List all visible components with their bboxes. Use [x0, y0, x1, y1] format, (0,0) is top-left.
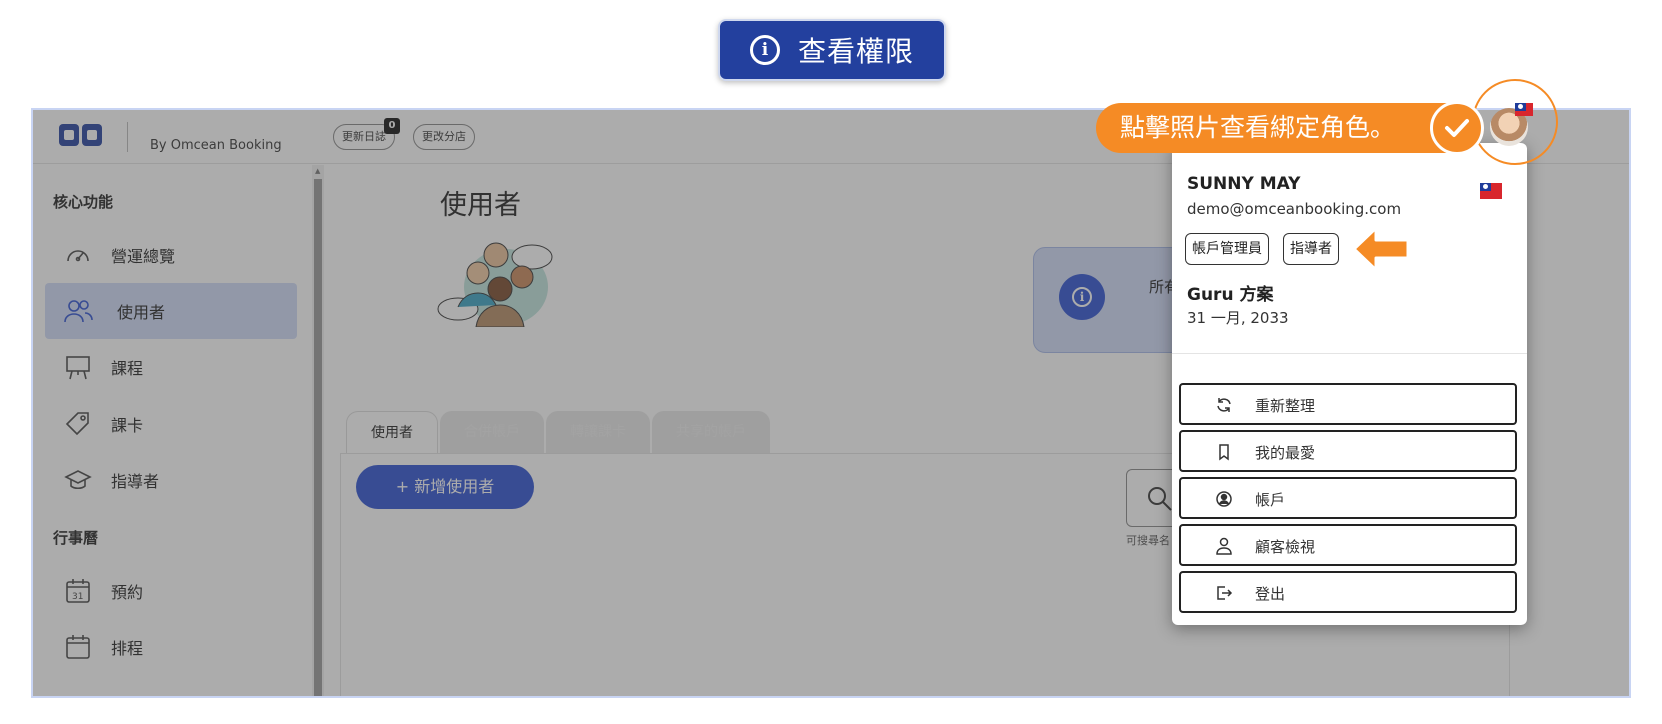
- sidebar-item-label: 課卡: [111, 416, 144, 435]
- customer-view-label: 顧客檢視: [1255, 538, 1316, 556]
- sidebar-section-calendar: 行事曆: [53, 529, 99, 547]
- sidebar-item-bookings[interactable]: 31 預約: [45, 563, 297, 619]
- search-icon: [1148, 487, 1172, 511]
- menu-divider: [1172, 353, 1527, 354]
- info-circle-icon: i: [1059, 274, 1105, 320]
- sidebar-item-courses[interactable]: 課程: [45, 339, 297, 395]
- favorites-button[interactable]: 我的最愛: [1179, 430, 1517, 472]
- bookmark-icon: [1219, 444, 1229, 461]
- page-title: 使用者: [440, 190, 521, 221]
- sidebar-item-dashboard[interactable]: 營運總覽: [45, 227, 297, 283]
- refresh-icon: [1217, 398, 1231, 412]
- header-divider: [127, 122, 128, 152]
- sidebar-item-label: 指導者: [111, 472, 160, 491]
- sidebar-item-cards[interactable]: 課卡: [45, 396, 297, 452]
- tab-shared-accounts[interactable]: 共享的帳戶: [652, 411, 770, 453]
- switch-branch-button[interactable]: 更改分店: [413, 124, 475, 150]
- role-badge-instructor: 指導者: [1283, 233, 1339, 265]
- omcean-logo[interactable]: [59, 124, 103, 146]
- account-circle-icon: [1216, 491, 1232, 507]
- tag-icon: [63, 409, 93, 439]
- sidebar-item-label: 排程: [111, 639, 144, 658]
- avatar-highlight-ring: [1472, 79, 1558, 165]
- plan-name: Guru 方案: [1187, 285, 1274, 305]
- taiwan-flag-icon: [1480, 183, 1502, 199]
- plan-date: 31 一月, 2033: [1187, 309, 1289, 327]
- scroll-up-arrow-icon[interactable]: ▲: [315, 167, 320, 175]
- customer-view-button[interactable]: 顧客檢視: [1179, 524, 1517, 566]
- svg-text:31: 31: [72, 592, 83, 602]
- tab-users[interactable]: 使用者: [346, 411, 438, 453]
- pointer-arrow-icon: [1352, 226, 1410, 272]
- users-icon: [63, 296, 93, 326]
- logout-icon: [1217, 586, 1233, 600]
- add-user-button[interactable]: + 新增使用者: [356, 465, 534, 509]
- check-icon: [1430, 101, 1484, 155]
- tab-merge-accounts[interactable]: 合併帳戶: [440, 411, 544, 453]
- by-omcean-text: By Omcean Booking: [150, 138, 282, 153]
- speedometer-icon: [63, 240, 93, 270]
- view-permissions-banner: i 查看權限: [718, 19, 946, 81]
- sidebar-item-instructors[interactable]: 指導者: [45, 452, 297, 508]
- info-icon: i: [749, 35, 780, 65]
- refresh-label: 重新整理: [1255, 397, 1316, 415]
- sidebar: 核心功能 營運總覽 使用者 課程 課卡 指導者 行事曆 31 預約 排程: [33, 165, 328, 696]
- role-badge-account-admin: 帳戶管理員: [1185, 233, 1269, 265]
- sidebar-item-label: 課程: [111, 359, 144, 378]
- favorites-label: 我的最愛: [1255, 444, 1316, 462]
- scrollbar-thumb[interactable]: [314, 179, 322, 696]
- easel-icon: [63, 352, 93, 382]
- refresh-button[interactable]: 重新整理: [1179, 383, 1517, 425]
- sidebar-item-label: 預約: [111, 583, 144, 602]
- user-email: demo@omceanbooking.com: [1187, 200, 1402, 218]
- account-label: 帳戶: [1255, 491, 1286, 509]
- graduation-cap-icon: [63, 465, 93, 495]
- calendar-icon: [63, 632, 93, 662]
- users-illustration: [437, 242, 553, 327]
- sidebar-section-core: 核心功能: [53, 193, 114, 211]
- user-menu: SUNNY MAY demo@omceanbooking.com 帳戶管理員 指…: [1172, 143, 1527, 625]
- sidebar-item-label: 使用者: [117, 303, 166, 322]
- sidebar-scrollbar[interactable]: ▲: [312, 165, 324, 696]
- user-name: SUNNY MAY: [1187, 174, 1301, 194]
- calendar-31-icon: 31: [63, 576, 93, 606]
- account-button[interactable]: 帳戶: [1179, 477, 1517, 519]
- avatar-flag-icon: [1515, 103, 1533, 116]
- sidebar-item-users[interactable]: 使用者: [45, 283, 297, 339]
- tab-transfer-cards[interactable]: 轉讓課卡: [546, 411, 650, 453]
- person-icon: [1216, 537, 1232, 555]
- logout-label: 登出: [1255, 585, 1286, 603]
- sidebar-item-label: 營運總覽: [111, 247, 176, 266]
- search-hint: 可搜尋名: [1126, 534, 1170, 547]
- banner-label: 查看權限: [797, 35, 914, 68]
- tab-bar: 使用者 合併帳戶 轉讓課卡 共享的帳戶: [346, 411, 770, 453]
- logout-button[interactable]: 登出: [1179, 571, 1517, 613]
- tip-callout: 點擊照片查看綁定角色。: [1096, 103, 1484, 153]
- sidebar-item-schedule[interactable]: 排程: [45, 619, 297, 675]
- changelog-count-badge: 0: [384, 118, 400, 134]
